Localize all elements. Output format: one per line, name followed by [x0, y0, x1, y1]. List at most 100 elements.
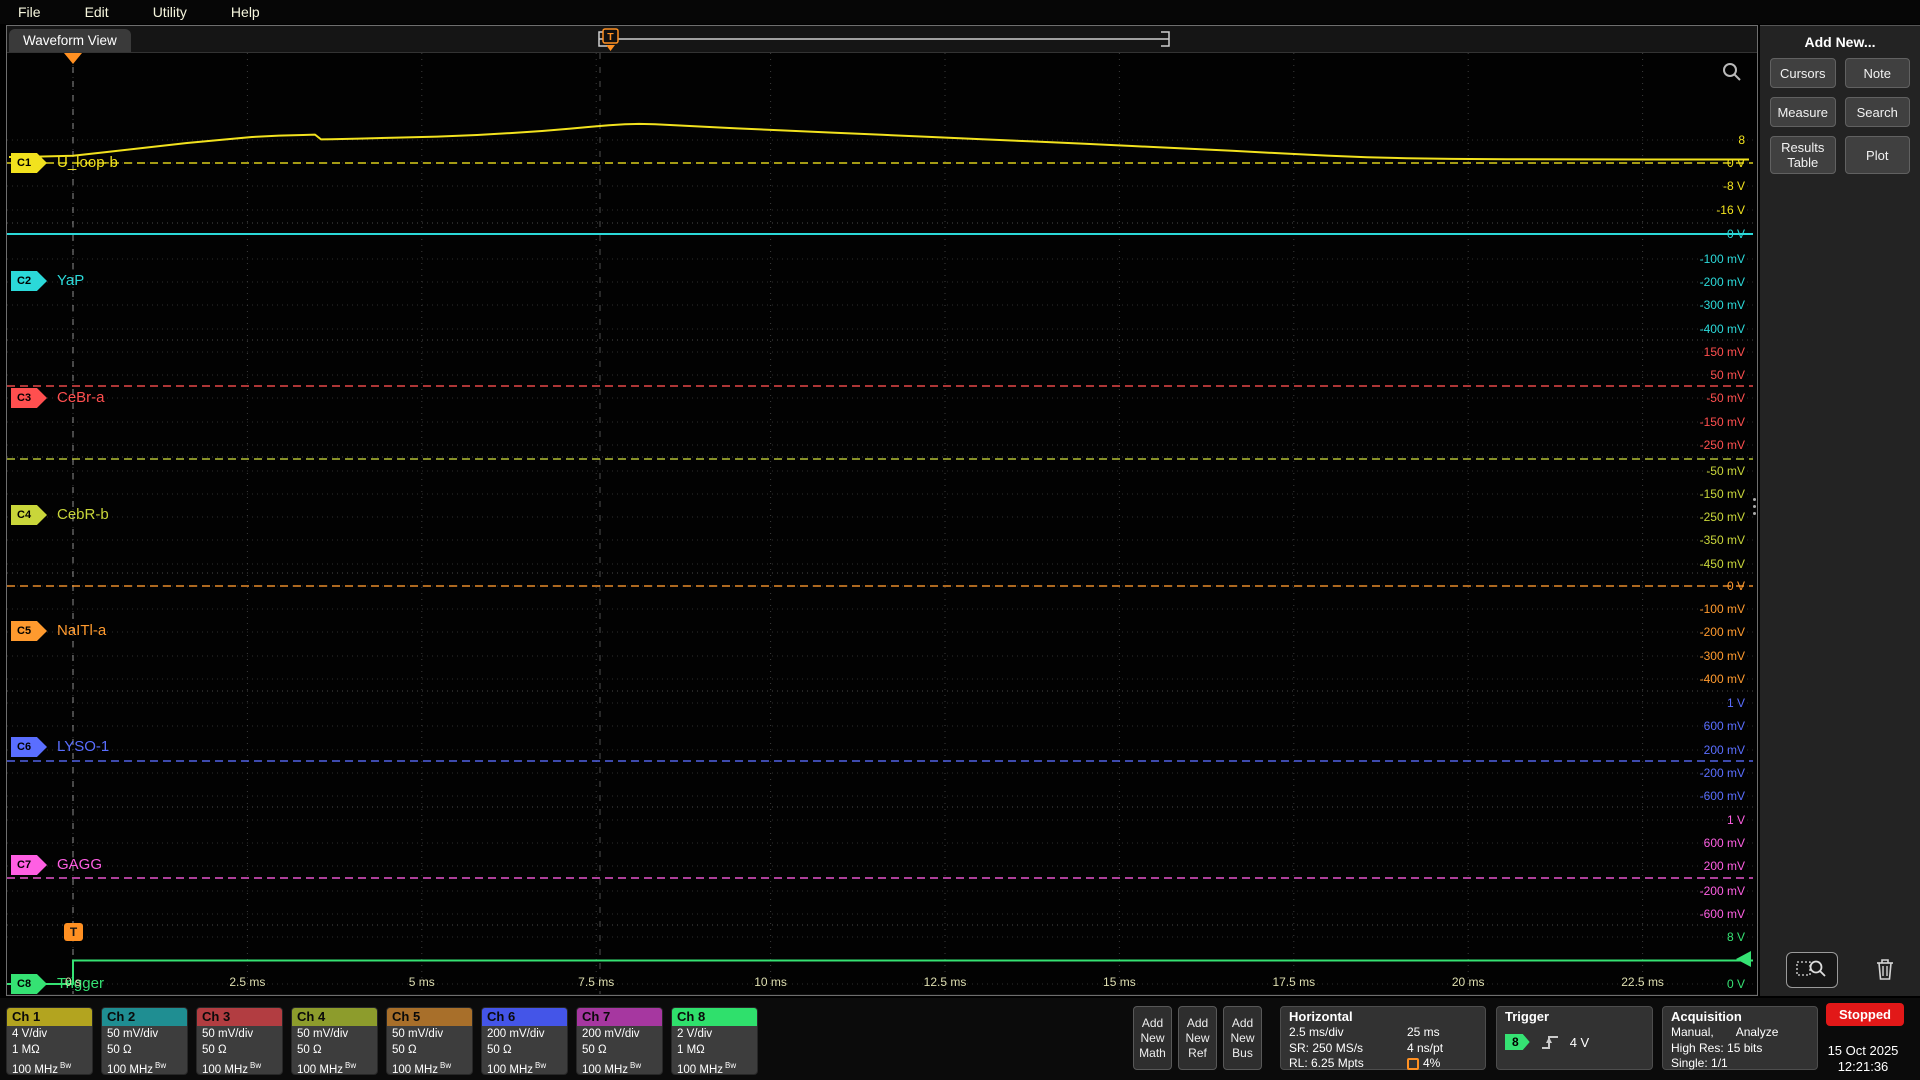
trigger-settings-panel[interactable]: Trigger 8 4 V	[1496, 1006, 1653, 1070]
oscilloscope-app: File Edit Utility Help Waveform View T T	[0, 0, 1920, 1080]
channel-card-ch5[interactable]: Ch 5 50 mV/div 50 Ω 100 MHz Bw	[386, 1007, 473, 1075]
channel-badge-c1[interactable]: C1	[11, 153, 47, 173]
menu-item-help[interactable]: Help	[231, 4, 260, 20]
record-view-bracket[interactable]: T	[7, 26, 1757, 52]
delete-button[interactable]	[1866, 953, 1904, 987]
channel-card-ch7[interactable]: Ch 7 200 mV/div 50 Ω 100 MHz Bw	[576, 1007, 663, 1075]
horizontal-title: Horizontal	[1289, 1009, 1353, 1024]
channel-badge-c3[interactable]: C3	[11, 388, 47, 408]
channel-card-name: Ch 6	[482, 1008, 567, 1026]
waveform-display[interactable]: T C1 U_loop-b 8 0 V -8 V -16 V C2 YaP 0 V -100 mV…	[7, 53, 1757, 994]
scale-label-c7: -600 mV	[1699, 907, 1745, 921]
time-axis-label: 10 ms	[754, 975, 787, 989]
channel-card-ch8[interactable]: Ch 8 2 V/div 1 MΩ 100 MHz Bw	[671, 1007, 758, 1075]
channel-bandwidth-value: 100 MHz Bw	[392, 1058, 472, 1075]
zoom-icon[interactable]	[1721, 61, 1743, 83]
menu-item-utility[interactable]: Utility	[153, 4, 187, 20]
acquisition-single: Single: 1/1	[1671, 1056, 1728, 1070]
channel-card-ch6[interactable]: Ch 6 200 mV/div 50 Ω 100 MHz Bw	[481, 1007, 568, 1075]
channel-badge-c5[interactable]: C5	[11, 621, 47, 641]
channel-scale-value: 2 V/div	[677, 1028, 713, 1040]
horizontal-panel[interactable]: Horizontal 2.5 ms/div 25 ms SR: 250 MS/s…	[1280, 1006, 1486, 1070]
bandwidth-limit-icon: Bw	[155, 1061, 167, 1070]
channel-label-c4[interactable]: CebR-b	[57, 506, 109, 523]
trigger-source-badge: 8	[1505, 1034, 1530, 1050]
channel-badge-c4[interactable]: C4	[11, 505, 47, 525]
channel-badge-c8[interactable]: C8	[11, 974, 47, 994]
bandwidth-limit-icon: Bw	[535, 1061, 547, 1070]
channel-badge-c2[interactable]: C2	[11, 271, 47, 291]
channel-impedance-value: 50 Ω	[392, 1043, 417, 1056]
scale-label-c1: -8 V	[1722, 179, 1745, 193]
channel-card-name: Ch 2	[102, 1008, 187, 1026]
acquisition-panel[interactable]: Acquisition Manual, Analyze High Res: 15…	[1662, 1006, 1818, 1070]
scale-label-c3: 150 mV	[1703, 345, 1745, 359]
bandwidth-limit-icon: Bw	[630, 1061, 642, 1070]
channel-label-c5[interactable]: NaITl-a	[57, 622, 106, 639]
channel-label-c7[interactable]: GAGG	[57, 856, 102, 873]
bandwidth-limit-icon: Bw	[60, 1061, 72, 1070]
bandwidth-text: 100 MHz	[107, 1063, 154, 1075]
channel-label-c2[interactable]: YaP	[57, 272, 84, 289]
add-new-bus-button[interactable]: Add New Bus	[1223, 1006, 1262, 1070]
system-date: 15 Oct 2025	[1827, 1043, 1899, 1058]
add-new-cursors-button[interactable]: Cursors	[1770, 58, 1836, 88]
channel-bandwidth-value: 100 MHz Bw	[582, 1058, 662, 1074]
bandwidth-text: 100 MHz	[392, 1063, 439, 1075]
channel-card-settings: 200 mV/div 50 Ω 100 MHz Bw	[577, 1026, 662, 1074]
channel-scale-value: 50 mV/div	[392, 1028, 444, 1040]
add-new-measure-button[interactable]: Measure	[1770, 97, 1836, 127]
scale-label-c6: -600 mV	[1699, 789, 1745, 803]
panel-splitter-handle[interactable]	[1750, 498, 1759, 524]
trigger-level-handle[interactable]: T	[64, 923, 83, 941]
channel-card-ch2[interactable]: Ch 2 50 mV/div 50 Ω 100 MHz Bw	[101, 1007, 188, 1075]
scale-label-c7: 1 V	[1726, 813, 1745, 827]
scale-label-c4: -450 mV	[1699, 557, 1745, 571]
channel-badge-c7[interactable]: C7	[11, 855, 47, 875]
scale-label-c5: 0 V	[1726, 579, 1745, 593]
scale-label-c2: -400 mV	[1699, 322, 1745, 336]
channel-badge-c6[interactable]: C6	[11, 737, 47, 757]
channel-card-name: Ch 8	[672, 1008, 757, 1026]
channel-card-settings: 50 mV/div 50 Ω 100 MHz Bw	[292, 1026, 377, 1074]
bandwidth-limit-icon: Bw	[440, 1061, 452, 1070]
channel-bandwidth-value: 100 MHz Bw	[107, 1058, 187, 1075]
bandwidth-limit-icon: Bw	[725, 1061, 737, 1070]
horizontal-values: 2.5 ms/div 25 ms SR: 250 MS/s 4 ns/pt RL…	[1281, 1025, 1485, 1072]
add-new-note-button[interactable]: Note	[1844, 58, 1910, 88]
channel-impedance-value: 1 MΩ	[677, 1043, 705, 1056]
scale-label-c5: -100 mV	[1699, 602, 1745, 616]
channel-label-c3[interactable]: CeBr-a	[57, 389, 105, 406]
menu-item-file[interactable]: File	[18, 4, 41, 20]
menu-bar: File Edit Utility Help	[0, 0, 1920, 24]
channel-label-c6[interactable]: LYSO-1	[57, 738, 109, 755]
add-new-search-button[interactable]: Search	[1844, 97, 1910, 127]
channel-card-ch1[interactable]: Ch 1 4 V/div 1 MΩ 100 MHz Bw	[6, 1007, 93, 1075]
trigger-position-marker[interactable]	[64, 53, 82, 64]
scale-label-c5: -200 mV	[1699, 625, 1745, 639]
results-bar: Add New... Cursors Note Measure Search Resul…	[1760, 25, 1920, 996]
add-new-ref-button[interactable]: Add New Ref	[1178, 1006, 1217, 1070]
add-new-results-table-button[interactable]: Results Table	[1770, 136, 1836, 174]
bandwidth-text: 100 MHz	[677, 1063, 724, 1075]
add-new-plot-button[interactable]: Plot	[1844, 136, 1910, 174]
channel-bandwidth-value: 100 MHz Bw	[487, 1058, 567, 1074]
channel-impedance-value: 50 Ω	[107, 1043, 132, 1056]
add-new-math-button[interactable]: Add New Math	[1133, 1006, 1172, 1070]
scale-label-c3: -50 mV	[1706, 391, 1745, 405]
channel-card-name: Ch 5	[387, 1008, 472, 1026]
channel-impedance-value: 50 Ω	[582, 1043, 607, 1056]
channel-label-c1[interactable]: U_loop-b	[57, 154, 118, 171]
run-stop-status-button[interactable]: Stopped	[1826, 1003, 1904, 1026]
add-new-bus-line: Bus	[1232, 1045, 1253, 1060]
scale-label-c5: -400 mV	[1699, 672, 1745, 686]
menu-item-edit[interactable]: Edit	[85, 4, 109, 20]
horizontal-position-icon	[1407, 1057, 1419, 1070]
scale-label-c6: 600 mV	[1703, 719, 1745, 733]
channel-bandwidth-value: 100 MHz Bw	[677, 1058, 757, 1075]
trigger-level-arrow[interactable]	[1736, 951, 1751, 967]
channel-card-ch3[interactable]: Ch 3 50 mV/div 50 Ω 100 MHz Bw	[196, 1007, 283, 1075]
channel-card-ch4[interactable]: Ch 4 50 mV/div 50 Ω 100 MHz Bw	[291, 1007, 378, 1075]
channel-bandwidth-value: 100 MHz Bw	[297, 1058, 377, 1074]
zoom-mode-button[interactable]	[1786, 952, 1838, 988]
